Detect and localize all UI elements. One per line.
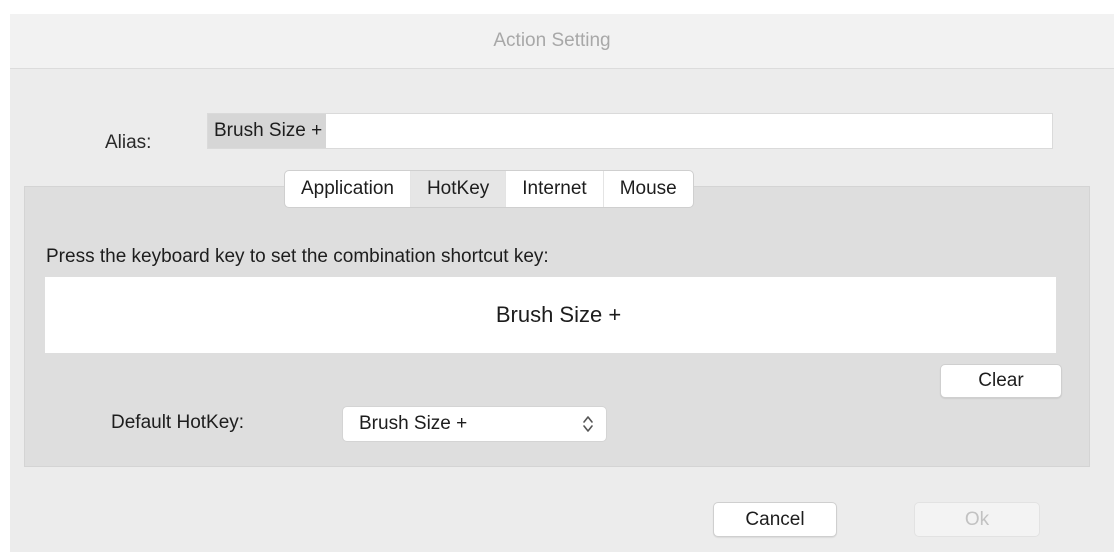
- ok-button[interactable]: Ok: [914, 502, 1040, 537]
- default-hotkey-value: Brush Size +: [359, 413, 468, 434]
- clear-button[interactable]: Clear: [940, 364, 1062, 398]
- alias-label: Alias:: [105, 132, 152, 153]
- chevron-up-down-icon: [583, 416, 593, 432]
- tab-bar: Application HotKey Internet Mouse: [284, 170, 694, 208]
- shortcut-capture-field[interactable]: Brush Size +: [45, 277, 1056, 353]
- alias-input[interactable]: [207, 113, 1053, 149]
- shortcut-display-text: Brush Size +: [495, 302, 622, 327]
- title-bar[interactable]: Action Setting: [10, 14, 1114, 69]
- default-hotkey-label: Default HotKey:: [111, 412, 245, 433]
- hotkey-instruction: Press the keyboard key to set the combin…: [46, 246, 549, 267]
- tab-hotkey[interactable]: HotKey: [410, 171, 507, 207]
- tab-mouse[interactable]: Mouse: [604, 171, 693, 207]
- tab-application[interactable]: Application: [285, 171, 411, 207]
- tab-internet[interactable]: Internet: [506, 171, 604, 207]
- default-hotkey-select[interactable]: Brush Size +: [342, 406, 607, 442]
- cancel-button[interactable]: Cancel: [713, 502, 837, 537]
- alias-selected-text: Brush Size +: [208, 114, 327, 148]
- window-title: Action Setting: [493, 30, 611, 51]
